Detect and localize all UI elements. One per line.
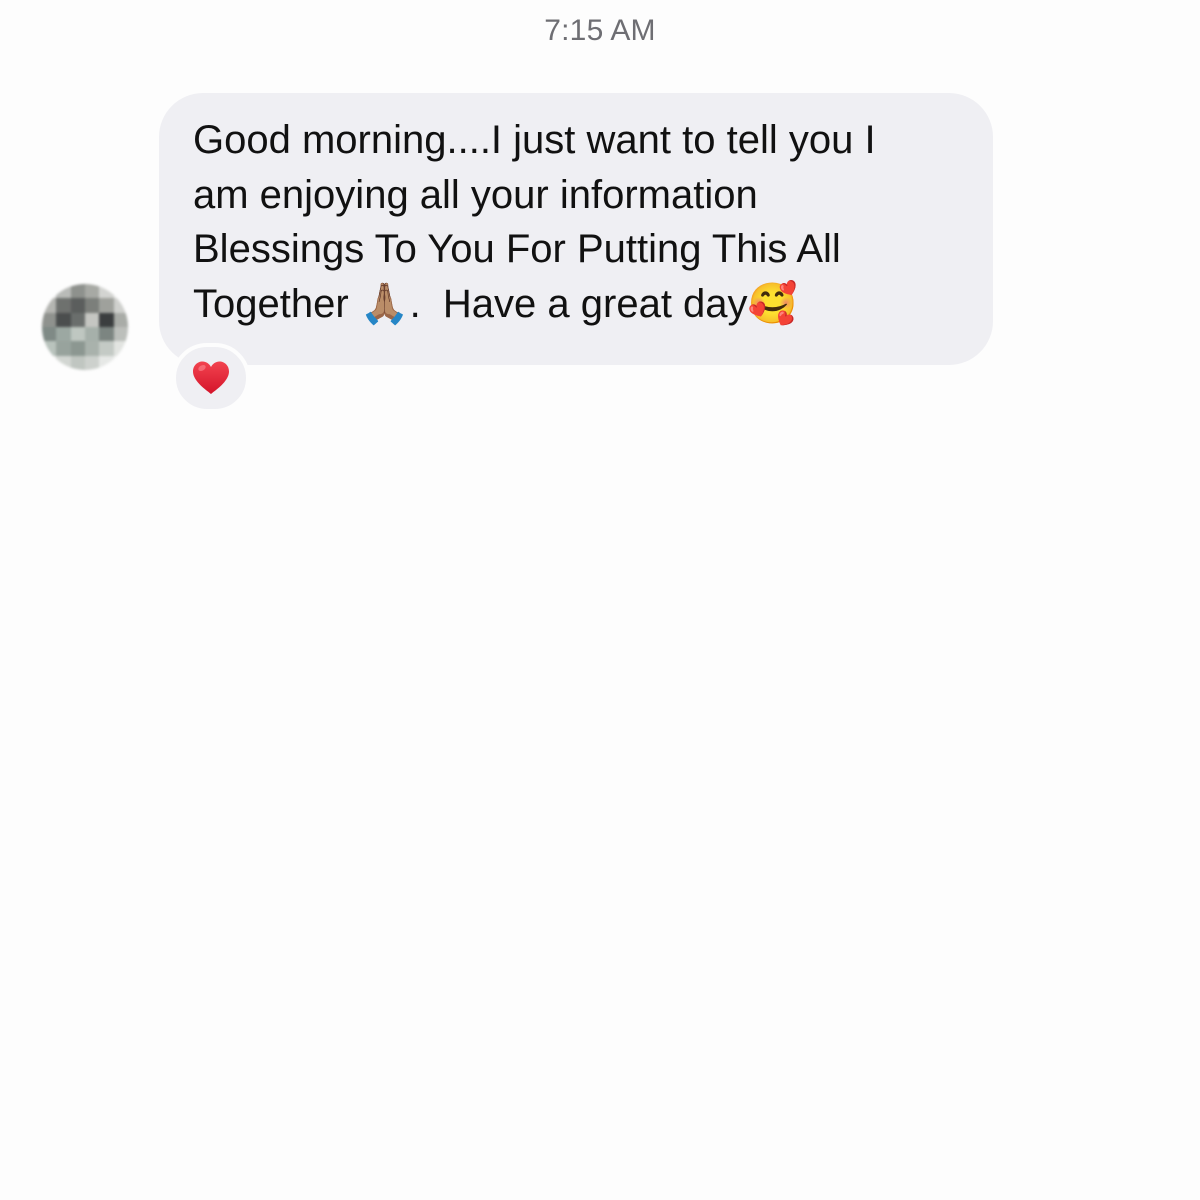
- message-bubble[interactable]: Good morning....I just want to tell you …: [159, 93, 993, 365]
- message-text: Good morning....I just want to tell you …: [193, 118, 876, 326]
- reaction-badge[interactable]: [172, 343, 250, 413]
- message-timestamp: 7:15 AM: [544, 14, 656, 47]
- chat-screen: 7:15 AM Good morning....I just want to t…: [0, 0, 1200, 1200]
- sender-avatar[interactable]: [42, 284, 128, 370]
- heart-icon: [193, 361, 229, 394]
